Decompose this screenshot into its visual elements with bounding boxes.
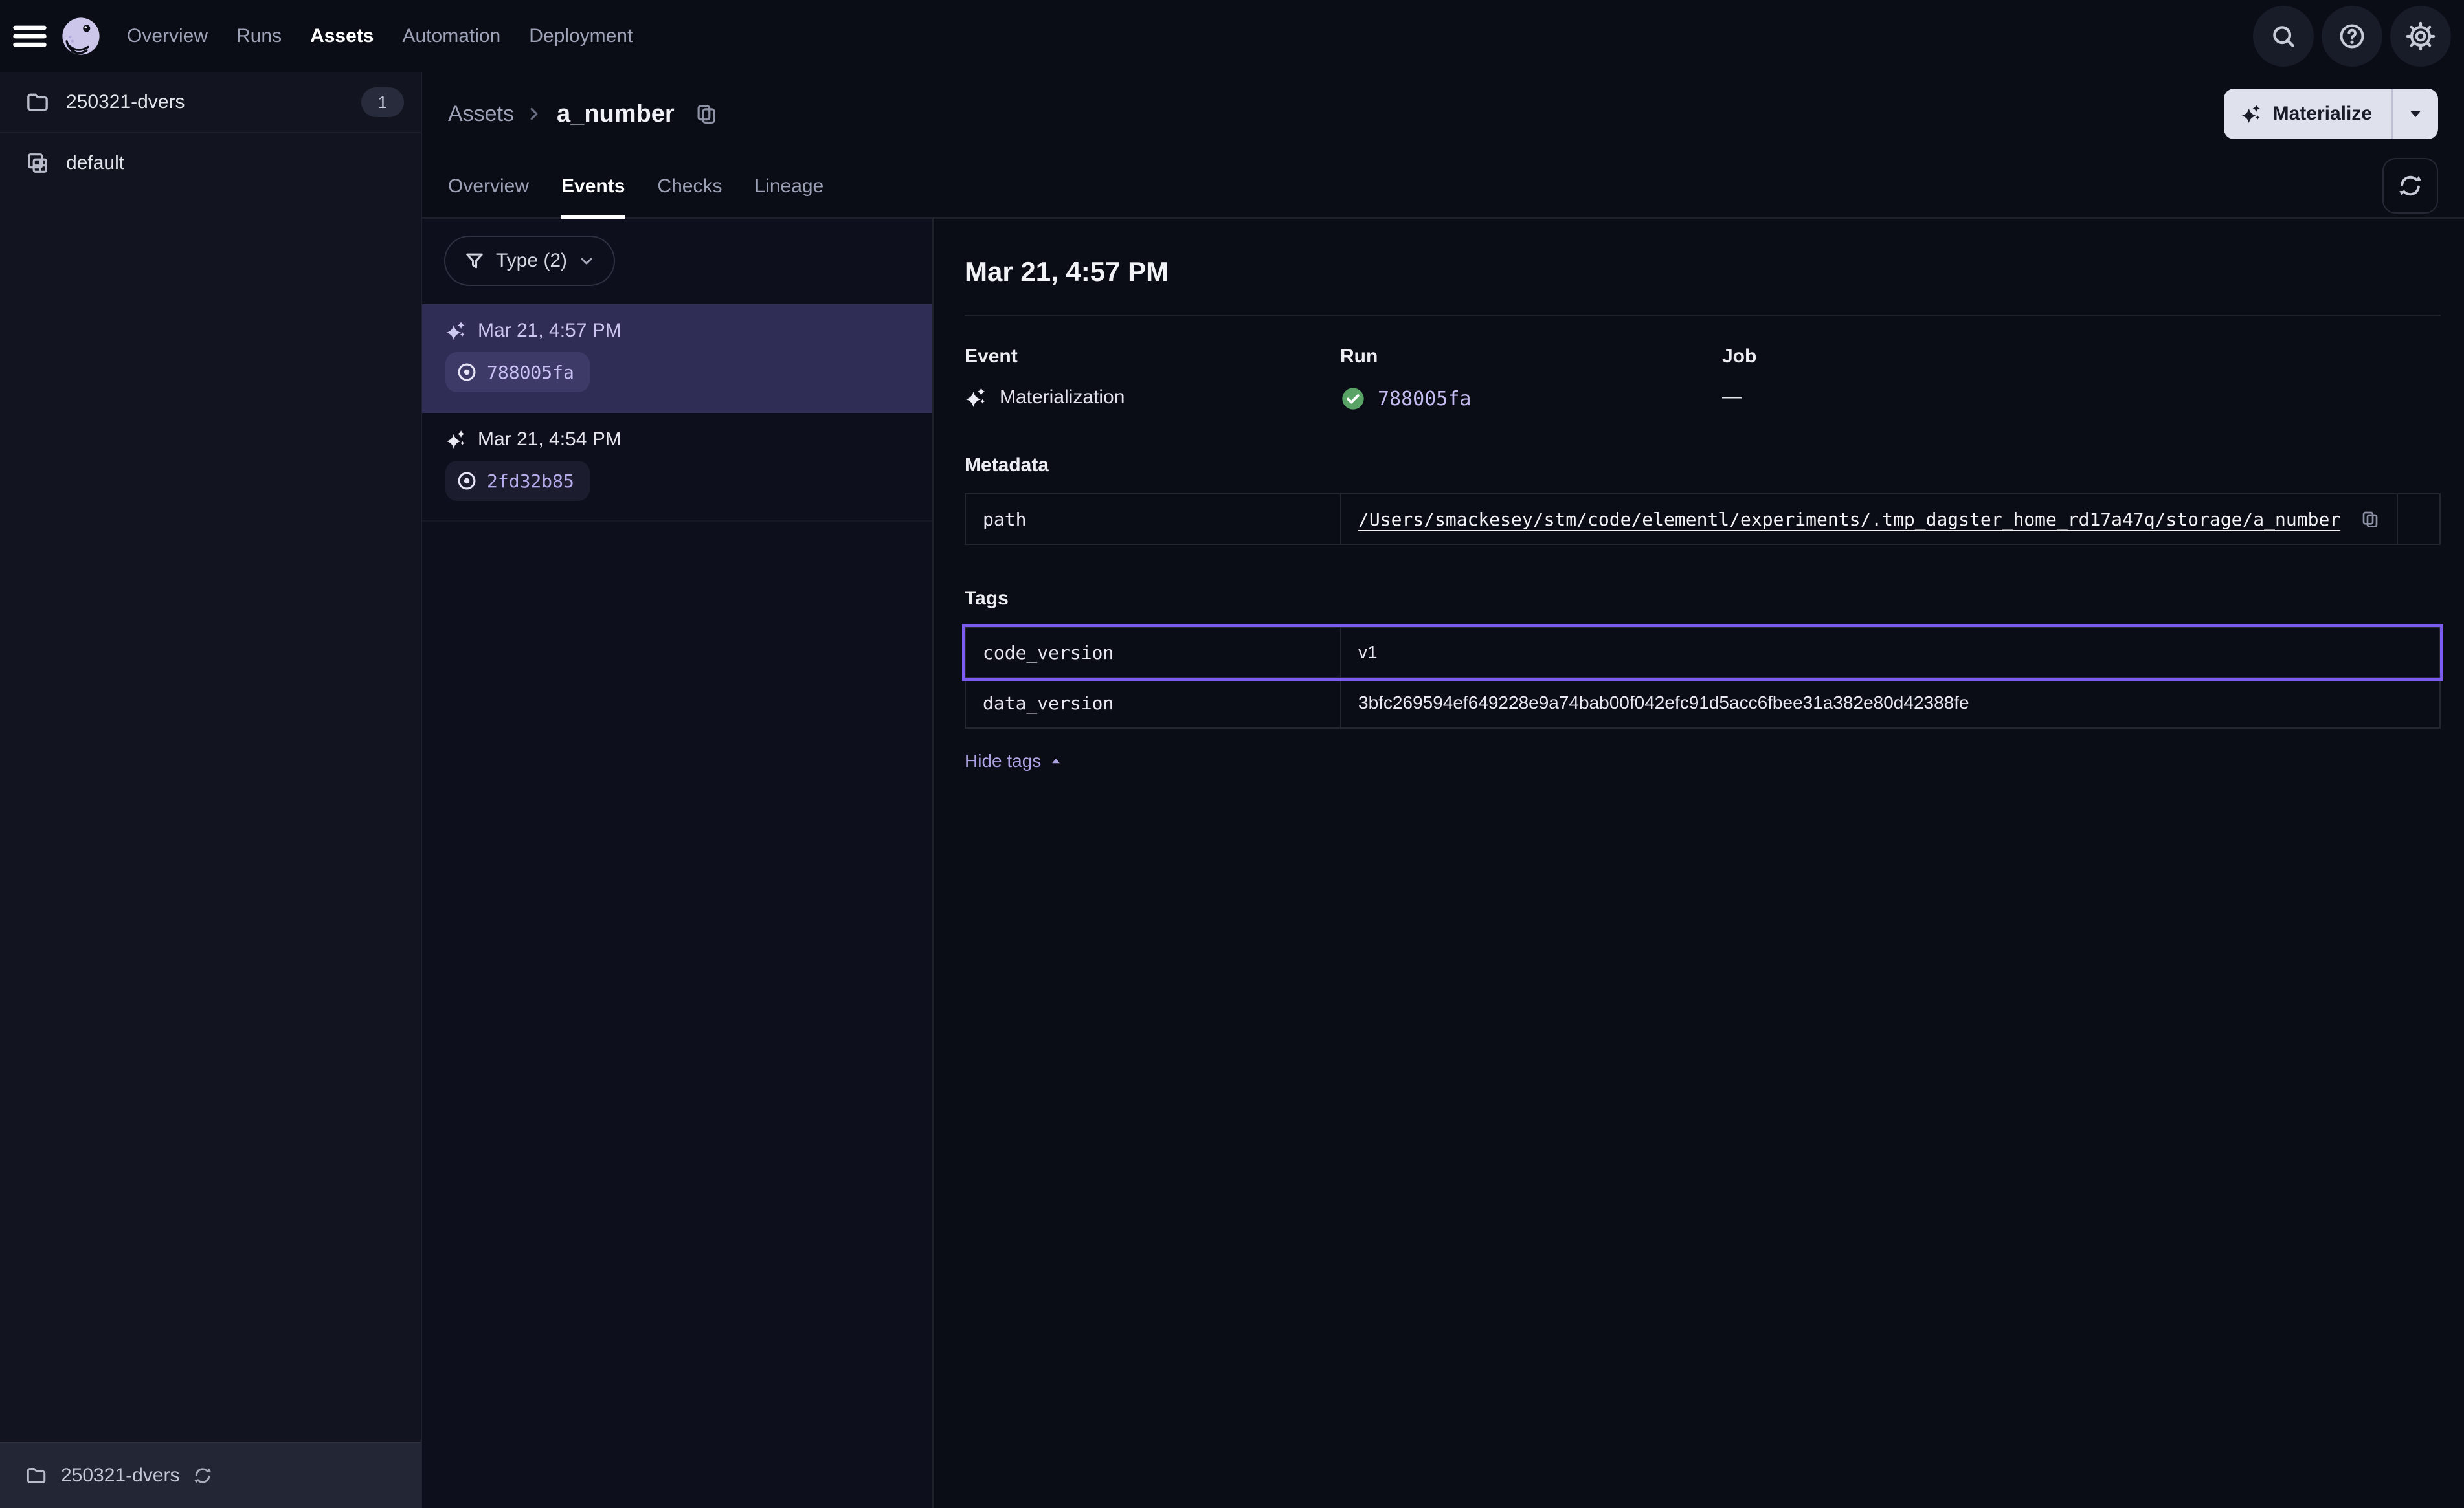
caret-up-icon [1049, 754, 1063, 768]
event-timestamp: Mar 21, 4:54 PM [478, 428, 622, 450]
page-header: Assets a_number Materialize [422, 72, 2464, 155]
sync-icon [2397, 172, 2424, 199]
sparkle-icon [965, 386, 988, 409]
sparkle-icon [2241, 103, 2263, 125]
nav-item-automation[interactable]: Automation [402, 25, 500, 47]
page-title: a_number [557, 100, 675, 128]
nav-item-deployment[interactable]: Deployment [529, 25, 633, 47]
main-content: Assets a_number Materialize Overview Eve… [422, 72, 2464, 1508]
search-icon [2269, 22, 2298, 50]
tab-overview[interactable]: Overview [448, 155, 529, 217]
run-id: 2fd32b85 [487, 471, 574, 492]
materialize-button[interactable]: Materialize [2224, 89, 2393, 139]
event-list-item[interactable]: Mar 21, 4:57 PM 788005fa [422, 304, 932, 413]
tab-checks[interactable]: Checks [657, 155, 722, 217]
run-badge[interactable]: 2fd32b85 [445, 461, 590, 501]
sync-icon[interactable] [192, 1465, 213, 1486]
nav-item-assets[interactable]: Assets [310, 25, 374, 47]
sidebar-item-project[interactable]: 250321-dvers 1 [0, 72, 421, 133]
main-nav: Overview Runs Assets Automation Deployme… [127, 25, 633, 47]
funnel-icon [464, 250, 486, 272]
run-id-link[interactable]: 788005fa [1378, 388, 1472, 410]
help-button[interactable] [2322, 6, 2382, 67]
folder-icon [25, 1464, 48, 1487]
events-list-pane: Type (2) Mar 21, 4:57 PM 788005fa [422, 219, 934, 1508]
chevron-right-icon [524, 104, 544, 124]
caret-down-icon [2406, 105, 2425, 123]
search-button[interactable] [2253, 6, 2314, 67]
nav-item-overview[interactable]: Overview [127, 25, 208, 47]
materialize-label: Materialize [2273, 103, 2372, 125]
group-name: default [66, 152, 124, 174]
tag-key: data_version [966, 678, 1341, 727]
metadata-heading: Metadata [965, 454, 2441, 476]
event-type: Materialization [1000, 386, 1125, 408]
copy-path-button[interactable] [2360, 509, 2380, 529]
nav-item-runs[interactable]: Runs [236, 25, 282, 47]
copy-icon [694, 102, 719, 126]
refresh-button[interactable] [2382, 158, 2438, 214]
run-badge[interactable]: 788005fa [445, 352, 590, 392]
tab-events[interactable]: Events [561, 155, 625, 217]
copy-asset-name-button[interactable] [694, 102, 719, 126]
project-name: 250321-dvers [66, 91, 185, 113]
materialize-dropdown-button[interactable] [2393, 89, 2438, 139]
table-row-data-version: data_version 3bfc269594ef649228e9a74bab0… [966, 677, 2439, 727]
table-row: path /Users/smackesey/stm/code/elementl/… [966, 494, 2439, 544]
code-location-name: 250321-dvers [61, 1465, 179, 1487]
event-column-header: Event [965, 346, 1340, 368]
table-row-code-version: code_version v1 [966, 628, 2439, 677]
event-summary-row: Event Materialization Run 788005fa [965, 346, 2441, 412]
event-list-item[interactable]: Mar 21, 4:54 PM 2fd32b85 [422, 413, 932, 522]
sparkle-icon [445, 320, 467, 342]
tags-table: code_version v1 data_version 3bfc269594e… [965, 626, 2441, 729]
metadata-path-link[interactable]: /Users/smackesey/stm/code/elementl/exper… [1358, 509, 2340, 530]
folder-icon [25, 89, 50, 115]
tags-heading: Tags [965, 588, 2441, 610]
menu-button[interactable] [0, 0, 60, 72]
job-value: — [1722, 386, 1742, 408]
type-filter-button[interactable]: Type (2) [444, 236, 615, 286]
type-filter-label: Type (2) [496, 250, 567, 272]
metadata-key: path [966, 494, 1341, 544]
gear-icon [2406, 21, 2436, 51]
event-timestamp: Mar 21, 4:57 PM [478, 320, 622, 342]
sparkle-icon [445, 428, 467, 450]
event-detail-pane: Mar 21, 4:57 PM Event Materialization Ru… [934, 219, 2464, 1508]
tag-value: 3bfc269594ef649228e9a74bab00f042efc91d5a… [1341, 678, 2439, 727]
sidebar: 250321-dvers 1 default 250321-dvers [0, 72, 422, 1508]
chevron-down-icon [577, 252, 596, 270]
breadcrumb-assets-link[interactable]: Assets [448, 102, 514, 127]
tag-value: v1 [1341, 628, 2439, 677]
run-circle-icon [456, 470, 478, 492]
run-circle-icon [456, 361, 478, 383]
metadata-table: path /Users/smackesey/stm/code/elementl/… [965, 493, 2441, 545]
hamburger-menu-icon [12, 18, 48, 54]
top-nav: Overview Runs Assets Automation Deployme… [0, 0, 2464, 72]
asset-group-icon [25, 150, 50, 176]
settings-button[interactable] [2390, 6, 2451, 67]
materialize-split-button: Materialize [2224, 89, 2438, 139]
run-id: 788005fa [487, 362, 574, 383]
breadcrumb: Assets a_number [448, 100, 719, 128]
nav-actions [2253, 6, 2451, 67]
help-icon [2338, 22, 2366, 50]
table-action-cell [2397, 494, 2439, 544]
sidebar-item-default-group[interactable]: default [0, 133, 421, 193]
project-count-badge: 1 [361, 87, 404, 117]
run-column-header: Run [1340, 346, 1722, 368]
dagster-logo[interactable] [60, 15, 102, 58]
divider [965, 315, 2441, 316]
event-list: Mar 21, 4:57 PM 788005fa Mar 21, 4:54 PM [422, 304, 932, 522]
asset-tabs: Overview Events Checks Lineage [422, 155, 2464, 219]
tab-lineage[interactable]: Lineage [754, 155, 823, 217]
job-column-header: Job [1722, 346, 2441, 368]
copy-icon [2360, 509, 2380, 529]
hide-tags-link[interactable]: Hide tags [965, 751, 1063, 771]
tag-key: code_version [966, 628, 1341, 677]
sidebar-footer-code-location[interactable]: 250321-dvers [0, 1442, 421, 1508]
event-detail-title: Mar 21, 4:57 PM [965, 256, 2441, 287]
check-circle-icon [1340, 386, 1366, 412]
hide-tags-label: Hide tags [965, 751, 1041, 771]
